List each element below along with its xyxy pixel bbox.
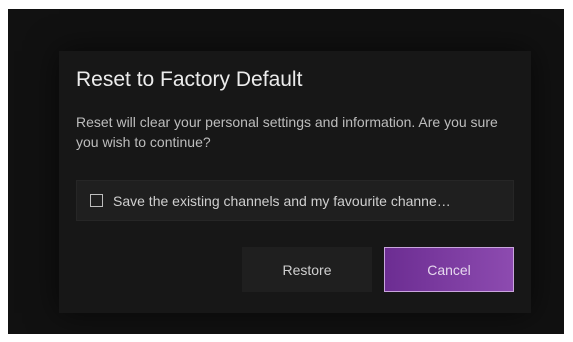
restore-button[interactable]: Restore [242, 247, 372, 292]
reset-dialog: Reset to Factory Default Reset will clea… [59, 51, 531, 313]
save-channels-option[interactable]: Save the existing channels and my favour… [76, 180, 514, 221]
dialog-message: Reset will clear your personal settings … [76, 114, 498, 150]
dialog-title: Reset to Factory Default [76, 68, 303, 91]
cancel-button[interactable]: Cancel [384, 247, 514, 292]
tv-screen: Reset to Factory Default Reset will clea… [8, 9, 564, 334]
checkbox-icon[interactable] [90, 194, 103, 207]
save-channels-label: Save the existing channels and my favour… [113, 192, 451, 209]
